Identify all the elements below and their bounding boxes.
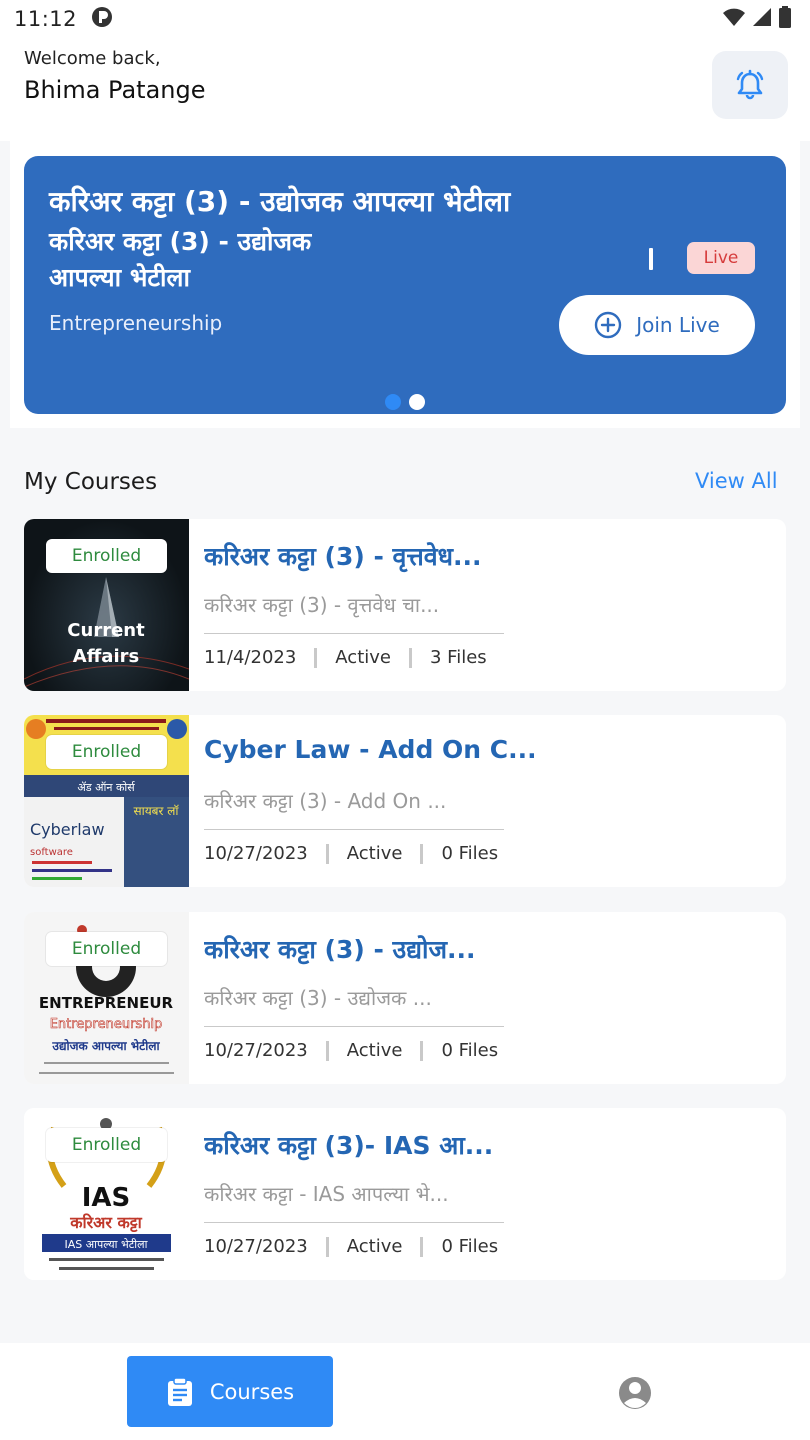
course-thumbnail: Current Affairs Enrolled xyxy=(24,519,189,691)
meta-separator xyxy=(420,1236,424,1257)
bell-icon xyxy=(736,69,764,100)
welcome-text: Welcome back, xyxy=(24,48,161,69)
course-status: Active xyxy=(335,647,391,668)
join-live-label: Join Live xyxy=(636,313,720,337)
thumb-text: उद्योजक आपल्या भेटीला xyxy=(51,1039,160,1053)
course-title: करिअर कट्टा (3) - उद्योज... xyxy=(204,935,476,964)
enrolled-badge: Enrolled xyxy=(46,932,167,966)
enrolled-badge: Enrolled xyxy=(46,735,167,769)
course-date: 10/27/2023 xyxy=(204,1236,308,1257)
course-date: 10/27/2023 xyxy=(204,1040,308,1061)
thumb-text: Current xyxy=(67,620,145,641)
course-status: Active xyxy=(346,1040,403,1061)
course-meta: 10/27/2023 Active 0 Files xyxy=(204,1040,498,1061)
card-divider xyxy=(204,829,504,830)
my-courses-title: My Courses xyxy=(24,469,158,495)
course-files: 0 Files xyxy=(441,1040,499,1061)
wifi-icon xyxy=(722,7,746,31)
account-icon xyxy=(619,1377,651,1409)
meta-separator xyxy=(420,843,424,864)
carousel-dot-active[interactable] xyxy=(385,394,401,410)
tab-courses[interactable]: Courses xyxy=(127,1356,333,1427)
clipboard-icon xyxy=(167,1376,192,1406)
banner-category: Entrepreneurship xyxy=(49,311,223,335)
course-status: Active xyxy=(346,1236,403,1257)
course-meta: 10/27/2023 Active 0 Files xyxy=(204,843,498,864)
meta-separator xyxy=(408,647,412,668)
card-divider xyxy=(204,1026,504,1027)
course-thumbnail: IAS करिअर कट्टा IAS आपल्या भेटीला Enroll… xyxy=(24,1108,189,1280)
enrolled-badge: Enrolled xyxy=(46,1128,167,1162)
carousel-dot[interactable] xyxy=(409,394,425,410)
app-notification-icon xyxy=(91,6,113,32)
course-files: 3 Files xyxy=(429,647,487,668)
course-subtitle: करिअर कट्टा (3) - Add On ... xyxy=(204,789,447,813)
live-badge: Live xyxy=(687,242,755,274)
course-card[interactable]: ENTREPRENEUR Entrepreneurship उद्योजक आप… xyxy=(24,912,786,1084)
join-live-button[interactable]: Join Live xyxy=(559,295,755,355)
course-card[interactable]: IAS करिअर कट्टा IAS आपल्या भेटीला Enroll… xyxy=(24,1108,786,1280)
carousel-indicator xyxy=(385,394,425,410)
status-bar: 11:12 xyxy=(0,0,810,38)
course-files: 0 Files xyxy=(441,1236,499,1257)
thumb-text: Entrepreneurship xyxy=(50,1017,163,1032)
enrolled-badge: Enrolled xyxy=(46,539,167,573)
course-meta: 11/4/2023 Active 3 Files xyxy=(204,647,487,668)
bottom-navigation: Courses xyxy=(0,1343,810,1440)
course-status: Active xyxy=(346,843,403,864)
app-header: Welcome back, Bhima Patange xyxy=(0,38,810,141)
thumb-text: IAS xyxy=(82,1183,131,1213)
meta-separator xyxy=(420,1040,424,1061)
thumb-text: करिअर कट्टा xyxy=(69,1213,142,1233)
plus-circle-icon xyxy=(595,311,622,339)
battery-icon xyxy=(778,6,792,32)
card-divider xyxy=(204,633,504,634)
meta-separator xyxy=(325,1040,329,1061)
meta-separator xyxy=(314,647,318,668)
banner-subtitle: करिअर कट्टा (3) - उद्योजक आपल्या भेटीला xyxy=(49,227,312,292)
user-name: Bhima Patange xyxy=(24,76,206,104)
course-subtitle: करिअर कट्टा (3) - उद्योजक ... xyxy=(204,986,432,1010)
course-thumbnail: ॲड ऑन कोर्स सायबर लॉ Cyberlaw software E… xyxy=(24,715,189,887)
banner-divider xyxy=(649,248,653,270)
meta-separator xyxy=(325,843,329,864)
course-files: 0 Files xyxy=(441,843,499,864)
banner-title: करिअर कट्टा (3) - उद्योजक आपल्या भेटीला xyxy=(49,185,511,218)
tab-profile[interactable] xyxy=(615,1373,655,1413)
clock: 11:12 xyxy=(14,7,78,31)
view-all-link[interactable]: View All xyxy=(695,469,778,493)
course-subtitle: करिअर कट्टा - IAS आपल्या भे... xyxy=(204,1182,449,1206)
thumb-text: Cyberlaw xyxy=(30,820,105,839)
thumb-text: ENTREPRENEUR xyxy=(39,994,174,1012)
signal-icon xyxy=(752,7,772,31)
thumb-text: सायबर लॉ xyxy=(134,804,180,818)
tab-courses-label: Courses xyxy=(209,1379,295,1404)
card-divider xyxy=(204,1222,504,1223)
course-title: करिअर कट्टा (3)- IAS आ... xyxy=(204,1131,494,1160)
course-card[interactable]: ॲड ऑन कोर्स सायबर लॉ Cyberlaw software E… xyxy=(24,715,786,887)
course-title: करिअर कट्टा (3) - वृत्तवेध... xyxy=(204,542,482,571)
notifications-button[interactable] xyxy=(712,51,788,119)
course-card[interactable]: Current Affairs Enrolled करिअर कट्टा (3)… xyxy=(24,519,786,691)
meta-separator xyxy=(325,1236,329,1257)
course-thumbnail: ENTREPRENEUR Entrepreneurship उद्योजक आप… xyxy=(24,912,189,1084)
course-date: 10/27/2023 xyxy=(204,843,308,864)
course-title: Cyber Law - Add On C... xyxy=(204,735,534,764)
thumb-text: software xyxy=(30,847,73,858)
course-subtitle: करिअर कट्टा (3) - वृत्तवेध चा... xyxy=(204,593,440,617)
live-banner[interactable]: करिअर कट्टा (3) - उद्योजक आपल्या भेटीला … xyxy=(24,156,786,414)
thumb-text: IAS आपल्या भेटीला xyxy=(65,1238,148,1251)
thumb-text: ॲड ऑन कोर्स xyxy=(77,781,135,794)
course-meta: 10/27/2023 Active 0 Files xyxy=(204,1236,498,1257)
thumb-text: Affairs xyxy=(73,646,139,667)
course-date: 11/4/2023 xyxy=(204,647,297,668)
